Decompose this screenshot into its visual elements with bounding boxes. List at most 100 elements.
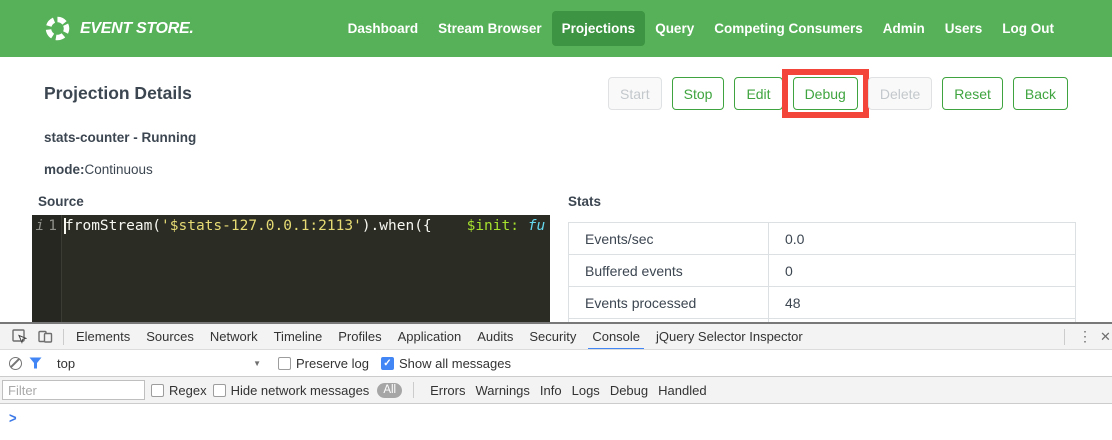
main-content: Projection Details Start Stop Edit Debug Del… — [0, 57, 1112, 322]
page-title: Projection Details — [44, 83, 192, 104]
level-filter-logs[interactable]: Logs — [572, 383, 600, 398]
reset-button[interactable]: Reset — [942, 77, 1003, 110]
devtools-tab-timeline[interactable]: Timeline — [267, 324, 330, 350]
preserve-log-checkbox[interactable] — [278, 357, 291, 370]
devtools-panel: ElementsSourcesNetworkTimelineProfilesAp… — [0, 322, 1112, 440]
devtools-tab-network[interactable]: Network — [203, 324, 265, 350]
inspect-element-icon[interactable] — [6, 326, 32, 348]
kebab-menu-icon[interactable]: ⋮ — [1070, 328, 1100, 345]
nav-items: DashboardStream BrowserProjectionsQueryC… — [338, 11, 1064, 46]
projection-status: stats-counter - Running — [44, 130, 196, 145]
code-token-plain — [432, 218, 467, 234]
chevron-down-icon: ▼ — [253, 359, 261, 368]
regex-group: Regex — [151, 383, 207, 398]
delete-button[interactable]: Delete — [868, 77, 932, 110]
code-token-plain: ).when({ — [362, 218, 432, 234]
projection-mode: mode:Continuous — [44, 162, 153, 177]
code-token-plain: fromStream( — [65, 218, 161, 234]
code-token-string: '$stats-127.0.0.1:2113' — [161, 218, 362, 234]
devtools-tab-jquery-selector-inspector[interactable]: jQuery Selector Inspector — [649, 324, 810, 350]
devtools-tab-console[interactable]: Console — [585, 324, 647, 350]
hide-network-label[interactable]: Hide network messages — [231, 383, 370, 398]
gutter-info-marker: i — [36, 216, 45, 322]
console-filterbar: Regex Hide network messages All Errors Wa… — [0, 376, 1112, 404]
source-code-editor[interactable]: i 1 fromStream('$stats-127.0.0.1:2113').… — [32, 215, 550, 322]
mode-value: Continuous — [85, 162, 153, 177]
nav-item-log-out[interactable]: Log Out — [992, 11, 1064, 46]
level-filter-warnings[interactable]: Warnings — [475, 383, 529, 398]
stat-key: Buffered events — [569, 255, 769, 286]
line-number: 1 — [48, 216, 57, 322]
code-token-atom: $init: — [467, 218, 519, 234]
stop-button[interactable]: Stop — [672, 77, 725, 110]
code-token-keyword: fu — [528, 218, 545, 234]
clear-console-icon[interactable] — [9, 357, 22, 370]
table-row: Buffered events0 — [569, 255, 1075, 287]
nav-item-dashboard[interactable]: Dashboard — [338, 11, 429, 46]
hide-network-group: Hide network messages — [213, 383, 370, 398]
nav-item-stream-browser[interactable]: Stream Browser — [428, 11, 552, 46]
level-filter-debug[interactable]: Debug — [610, 383, 648, 398]
nav-item-admin[interactable]: Admin — [873, 11, 935, 46]
stats-table: Events/sec0.0Buffered events0Events proc… — [568, 222, 1076, 322]
tabbar-right-separator — [1064, 329, 1065, 345]
debug-button[interactable]: Debug — [793, 77, 858, 110]
level-filter-info[interactable]: Info — [540, 383, 562, 398]
preserve-log-group: Preserve log — [278, 356, 369, 371]
close-icon[interactable]: ✕ — [1100, 329, 1112, 345]
nav-item-query[interactable]: Query — [645, 11, 704, 46]
devtools-tabbar: ElementsSourcesNetworkTimelineProfilesAp… — [0, 324, 1112, 350]
stat-value: 48 — [769, 287, 1075, 318]
console-toolbar: top ▼ Preserve log Show all messages — [0, 350, 1112, 376]
level-filter-errors[interactable]: Errors — [430, 383, 465, 398]
editor-gutter: i 1 — [32, 215, 62, 322]
frame-context-select[interactable]: top ▼ — [57, 356, 261, 371]
hide-network-checkbox[interactable] — [213, 384, 226, 397]
filter-funnel-icon[interactable] — [29, 357, 42, 369]
start-button[interactable]: Start — [608, 77, 662, 110]
code-line: fromStream('$stats-127.0.0.1:2113').when… — [62, 215, 545, 322]
devtools-tabs: ElementsSourcesNetworkTimelineProfilesAp… — [69, 324, 812, 350]
devtools-tab-audits[interactable]: Audits — [470, 324, 520, 350]
nav-item-users[interactable]: Users — [935, 11, 993, 46]
level-filter-handled[interactable]: Handled — [658, 383, 706, 398]
regex-checkbox[interactable] — [151, 384, 164, 397]
filter-levels: Errors Warnings Info Logs Debug Handled — [425, 383, 711, 398]
console-prompt[interactable]: > — [0, 404, 1112, 439]
device-toolbar-icon[interactable] — [32, 326, 58, 348]
filter-input[interactable] — [2, 380, 145, 400]
filter-all-badge[interactable]: All — [377, 383, 402, 398]
preserve-log-label[interactable]: Preserve log — [296, 356, 369, 371]
show-all-messages-group: Show all messages — [381, 356, 511, 371]
action-buttons: Start Stop Edit Debug Delete Reset Back — [608, 77, 1068, 110]
eventstore-ring-icon — [44, 15, 71, 42]
source-section-label: Source — [38, 194, 84, 209]
code-token-plain — [519, 218, 528, 234]
devtools-tab-sources[interactable]: Sources — [139, 324, 201, 350]
mode-label: mode: — [44, 162, 85, 177]
nav-item-competing-consumers[interactable]: Competing Consumers — [704, 11, 873, 46]
tabbar-right-controls: ⋮ ✕ — [1059, 328, 1112, 345]
stat-value: 0 — [769, 255, 1075, 286]
top-navbar: EVENT STORE. DashboardStream BrowserProj… — [0, 0, 1112, 57]
show-all-messages-label[interactable]: Show all messages — [399, 356, 511, 371]
stat-key: Events/sec — [569, 223, 769, 254]
show-all-messages-checkbox[interactable] — [381, 357, 394, 370]
devtools-tab-profiles[interactable]: Profiles — [331, 324, 388, 350]
regex-label[interactable]: Regex — [169, 383, 207, 398]
devtools-tab-elements[interactable]: Elements — [69, 324, 137, 350]
table-row: Events processed48 — [569, 287, 1075, 319]
prompt-chevron-icon: > — [9, 410, 17, 440]
stat-key: Events processed — [569, 287, 769, 318]
frame-context-value: top — [57, 356, 75, 371]
devtools-tab-application[interactable]: Application — [391, 324, 469, 350]
stats-section-label: Stats — [568, 194, 601, 209]
back-button[interactable]: Back — [1013, 77, 1068, 110]
stat-value: 0.0 — [769, 223, 1075, 254]
eventstore-logo[interactable]: EVENT STORE. — [44, 15, 193, 42]
filter-separator — [413, 382, 414, 398]
nav-item-projections[interactable]: Projections — [552, 11, 646, 46]
devtools-tab-security[interactable]: Security — [522, 324, 583, 350]
tabbar-separator — [63, 329, 64, 345]
edit-button[interactable]: Edit — [734, 77, 782, 110]
